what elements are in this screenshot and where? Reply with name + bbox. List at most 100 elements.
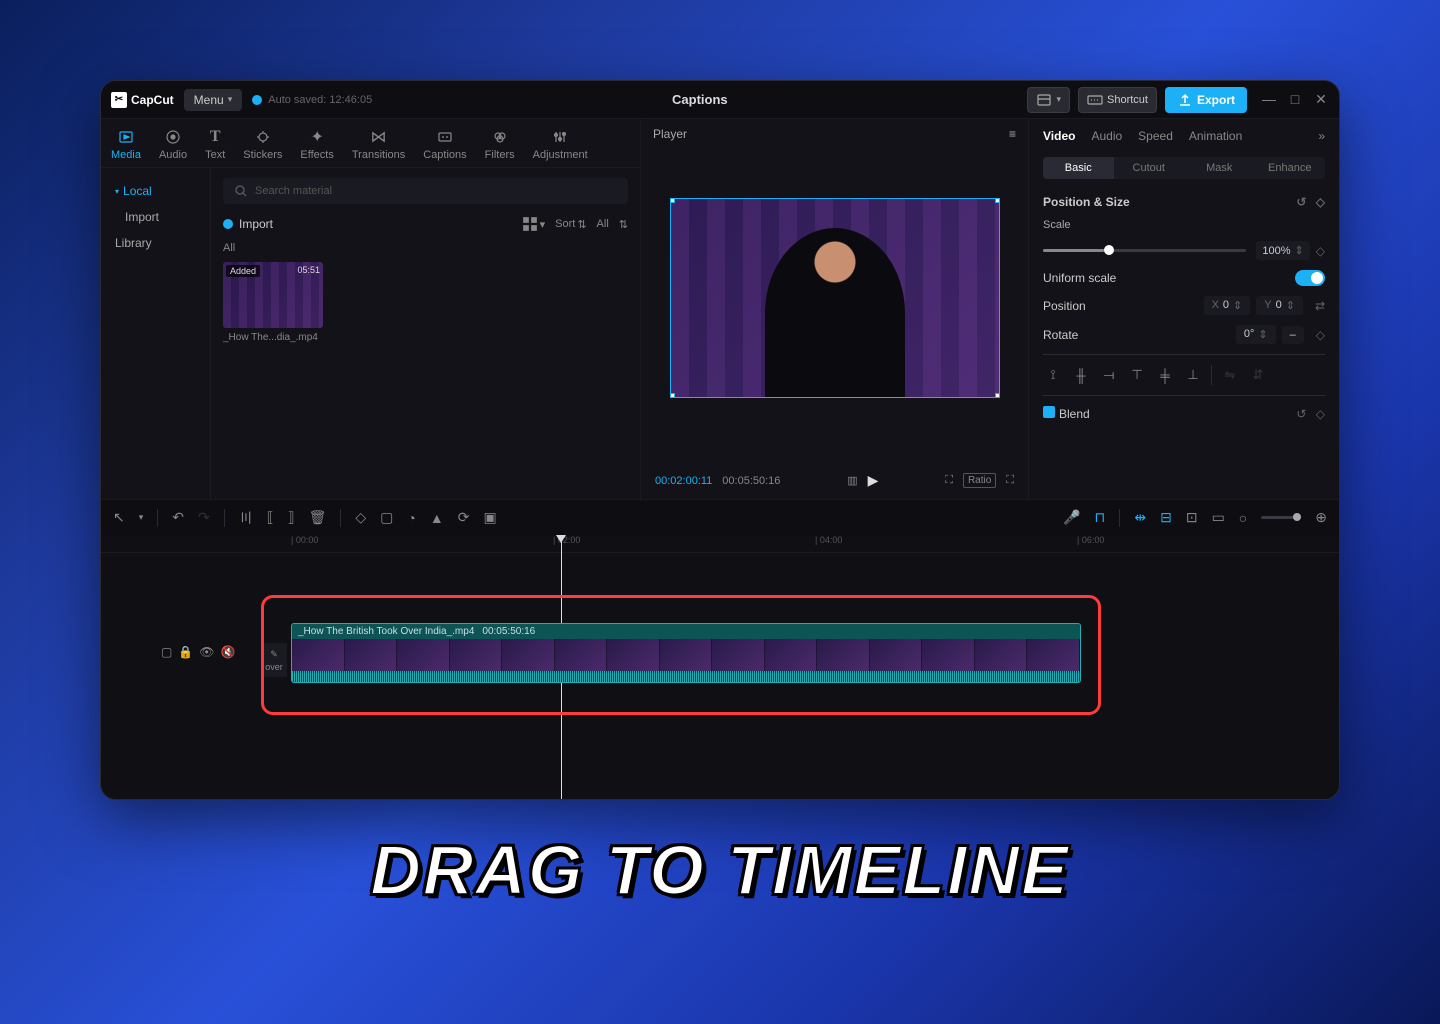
subtab-cutout[interactable]: Cutout: [1114, 157, 1185, 179]
tab-filters[interactable]: Filters: [485, 127, 515, 167]
mute-icon[interactable]: 🔇: [221, 645, 236, 659]
align-top-icon[interactable]: ⊤: [1127, 365, 1147, 385]
resize-handle-icon[interactable]: [995, 393, 1000, 398]
timeline[interactable]: | 00:00 | 02:00 | 04:00 | 06:00 ▢ 🔒 👁 🔇 …: [101, 535, 1339, 799]
tab-media[interactable]: Media: [111, 127, 141, 167]
subtab-mask[interactable]: Mask: [1184, 157, 1255, 179]
eye-icon[interactable]: 👁: [199, 645, 214, 659]
mirror-icon[interactable]: ▲: [430, 510, 444, 526]
reset-icon[interactable]: ↺: [1296, 407, 1306, 421]
tab-stickers[interactable]: Stickers: [243, 127, 282, 167]
zoom-slider[interactable]: [1261, 516, 1301, 519]
undo-button[interactable]: ↶: [172, 509, 184, 526]
align-right-icon[interactable]: ⟞: [1099, 365, 1119, 385]
keyframe-icon[interactable]: ◇: [1316, 195, 1325, 209]
flip-h-icon[interactable]: ⇋: [1220, 365, 1240, 385]
rotate-icon[interactable]: ⟳: [458, 509, 470, 526]
position-y-input[interactable]: Y0⇕: [1256, 296, 1303, 315]
mark-icon[interactable]: ▢: [380, 509, 393, 526]
sidebar-item-local[interactable]: ▾Local: [107, 178, 204, 204]
lock-icon[interactable]: 🔒: [178, 645, 193, 659]
resize-handle-icon[interactable]: [670, 198, 675, 203]
keyframe-icon[interactable]: ◇: [1316, 407, 1325, 421]
tab-adjustment[interactable]: Adjustment: [533, 127, 588, 167]
select-tool-icon[interactable]: ↖: [113, 509, 125, 526]
tab-animation[interactable]: Animation: [1189, 129, 1242, 143]
tab-speed[interactable]: Speed: [1138, 129, 1173, 143]
rotate-minus-button[interactable]: –: [1282, 326, 1304, 344]
track-box-icon[interactable]: ▢: [161, 645, 172, 659]
filter-icon-button[interactable]: ⇅: [619, 216, 628, 232]
view-grid-button[interactable]: ▾: [522, 216, 546, 232]
zoom-fit-icon[interactable]: ⊕: [1315, 509, 1327, 526]
subtab-enhance[interactable]: Enhance: [1255, 157, 1326, 179]
split-right-icon[interactable]: ⟧: [288, 509, 295, 526]
scale-value[interactable]: 100%⇕: [1256, 241, 1309, 260]
clip-duration: 00:05:50:16: [482, 626, 535, 637]
tab-audio[interactable]: Audio: [159, 127, 187, 167]
align-hcenter-icon[interactable]: ╫: [1071, 365, 1091, 385]
link-icon[interactable]: ⇄: [1315, 299, 1325, 313]
timeline-clip[interactable]: _How The British Took Over India_.mp4 00…: [291, 623, 1081, 683]
frame-crop-icon[interactable]: ⛶: [945, 474, 953, 487]
split-left-icon[interactable]: ⟦: [267, 509, 274, 526]
position-x-input[interactable]: X0⇕: [1204, 296, 1251, 315]
player-menu-button[interactable]: ≡: [1009, 127, 1016, 141]
delete-icon[interactable]: 🗑: [309, 509, 327, 526]
speed-icon[interactable]: ◔: [407, 510, 415, 526]
select-dropdown-icon[interactable]: ▾: [139, 512, 144, 523]
topbar: ✂ CapCut Menu▾ Auto saved: 12:46:05 Capt…: [101, 81, 1339, 119]
uniform-scale-toggle[interactable]: [1295, 270, 1325, 286]
fullscreen-button[interactable]: ⛶: [1006, 474, 1014, 487]
tab-effects[interactable]: ✦Effects: [300, 127, 333, 167]
keyframe-icon[interactable]: ◇: [1316, 328, 1325, 342]
play-button[interactable]: ▶: [868, 472, 879, 489]
mark-in-icon[interactable]: ◇: [355, 509, 366, 526]
track-toggle-icon[interactable]: ⊡: [1186, 509, 1198, 526]
ratio-button[interactable]: Ratio: [963, 473, 996, 488]
sidebar-item-import[interactable]: Import: [107, 204, 204, 230]
layout-button[interactable]: ▾: [1027, 87, 1070, 113]
tab-captions[interactable]: Captions: [423, 127, 466, 167]
subtab-basic[interactable]: Basic: [1043, 157, 1114, 179]
shortcut-button[interactable]: Shortcut: [1078, 87, 1157, 113]
resize-handle-icon[interactable]: [670, 393, 675, 398]
resize-handle-icon[interactable]: [995, 198, 1000, 203]
align-bottom-icon[interactable]: ⊥: [1183, 365, 1203, 385]
sidebar-item-library[interactable]: Library: [107, 230, 204, 256]
split-icon[interactable]: 〣: [239, 508, 253, 528]
close-button[interactable]: ✕: [1313, 91, 1329, 108]
export-button[interactable]: Export: [1165, 87, 1247, 113]
zoom-out-icon[interactable]: ○: [1239, 510, 1247, 526]
import-button[interactable]: Import: [223, 217, 273, 231]
minimize-button[interactable]: —: [1261, 91, 1277, 108]
video-preview[interactable]: ⟳: [670, 198, 1000, 398]
more-tabs-button[interactable]: »: [1318, 129, 1325, 143]
crop-icon[interactable]: ▣: [483, 509, 496, 526]
rotate-input[interactable]: 0°⇕: [1236, 325, 1276, 344]
app-logo: ✂ CapCut: [111, 92, 174, 108]
preview-axis-icon[interactable]: ⊟: [1160, 509, 1172, 526]
align-vcenter-icon[interactable]: ╪: [1155, 365, 1175, 385]
linkage-icon[interactable]: ⇹: [1134, 509, 1146, 526]
redo-button[interactable]: ↷: [198, 509, 210, 526]
sort-button[interactable]: Sort ⇅: [555, 216, 586, 232]
tab-audio[interactable]: Audio: [1091, 129, 1122, 143]
menu-button[interactable]: Menu▾: [184, 89, 243, 111]
media-thumbnail[interactable]: Added 05:51 _How The...dia_.mp4: [223, 262, 323, 343]
mic-icon[interactable]: 🎤: [1063, 509, 1080, 526]
tab-transitions[interactable]: ⋈Transitions: [352, 127, 405, 167]
compare-icon[interactable]: ▥: [847, 474, 857, 487]
display-icon[interactable]: ▭: [1212, 509, 1225, 526]
reset-icon[interactable]: ↺: [1296, 195, 1306, 209]
magnet-icon[interactable]: ⊓: [1094, 509, 1105, 526]
tab-text[interactable]: TText: [205, 127, 225, 167]
keyframe-icon[interactable]: ◇: [1316, 244, 1325, 258]
search-input[interactable]: Search material: [223, 178, 628, 204]
flip-v-icon[interactable]: ⇵: [1248, 365, 1268, 385]
scale-slider[interactable]: [1043, 249, 1246, 252]
align-left-icon[interactable]: ⟟: [1043, 365, 1063, 385]
filter-all-button[interactable]: All: [597, 216, 609, 232]
maximize-button[interactable]: □: [1287, 91, 1303, 108]
tab-video[interactable]: Video: [1043, 129, 1075, 143]
